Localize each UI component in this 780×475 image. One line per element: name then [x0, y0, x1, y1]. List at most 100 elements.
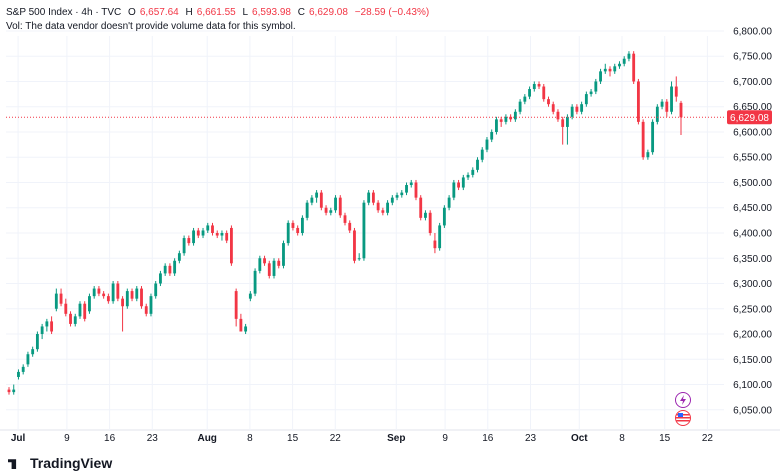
candle-body: [35, 334, 39, 350]
y-tick-label: 6,100.00: [733, 380, 772, 391]
candle-body: [528, 89, 531, 97]
candle-body: [50, 321, 54, 332]
chart-area[interactable]: 6,800.00 6,750.00 6,700.00 6,650.00 6,600.00…: [0, 0, 780, 470]
candle-body: [159, 273, 162, 284]
candle-body: [343, 215, 347, 223]
x-tick-label: 16: [104, 433, 116, 444]
candle-body: [272, 260, 276, 276]
candle-body: [310, 197, 314, 203]
candle-body: [655, 106, 659, 122]
candle-body: [461, 177, 465, 188]
us-flag-glyph: [676, 413, 690, 422]
candle-body: [613, 66, 617, 72]
candle-body: [225, 233, 229, 241]
candle-body: [395, 195, 399, 198]
open-value: 6,657.64: [139, 7, 179, 18]
candlestick-chart[interactable]: 6,800.006,750.006,700.006,650.006,600.00…: [0, 0, 780, 470]
candle-body: [253, 270, 257, 294]
candle-body: [300, 217, 304, 233]
candle-body: [116, 283, 120, 299]
y-tick-label: 6,050.00: [733, 405, 772, 416]
candle-body: [26, 354, 30, 365]
candle-body: [532, 83, 536, 90]
candle-body: [258, 258, 262, 271]
candle-body: [45, 321, 49, 327]
y-tick-label: 6,200.00: [733, 330, 772, 341]
candle-body: [537, 83, 541, 87]
candle-body: [21, 366, 25, 372]
candle-body: [206, 225, 210, 231]
tradingview-logo[interactable]: TradingView: [8, 455, 112, 471]
candle-body: [495, 119, 498, 132]
x-tick-label: 8: [619, 433, 625, 444]
candle-body: [476, 159, 479, 170]
symbol-title[interactable]: S&P 500 Index · 4h · TVC: [6, 7, 121, 18]
y-tick-label: 6,400.00: [733, 229, 772, 240]
candle-body: [409, 182, 413, 186]
y-tick-label: 6,550.00: [733, 153, 772, 164]
us-flag-icon[interactable]: [675, 410, 691, 426]
high-label: H: [185, 7, 193, 18]
candle-body: [362, 202, 366, 259]
low-label: L: [242, 7, 249, 18]
candle-body: [220, 233, 224, 236]
candle-body: [348, 222, 352, 231]
candle-body: [177, 253, 181, 261]
candle-body: [182, 238, 186, 254]
candle-body: [215, 233, 219, 236]
x-tick-label: 22: [702, 433, 714, 444]
candle-body: [584, 94, 588, 105]
candle-body: [83, 303, 87, 319]
candle-body: [627, 53, 631, 59]
candle-body: [315, 192, 319, 198]
y-tick-label: 6,450.00: [733, 203, 772, 214]
candle-body: [69, 313, 72, 324]
close-value: 6,629.08: [309, 7, 348, 18]
candle-body: [353, 230, 356, 261]
x-tick-label: Aug: [197, 433, 216, 444]
lightning-icon[interactable]: [675, 392, 691, 408]
candle-body: [125, 291, 129, 307]
candle-body: [248, 293, 252, 299]
x-tick-label: Oct: [571, 433, 588, 444]
tv-logo-icon: [8, 459, 17, 470]
y-tick-label: 6,500.00: [733, 178, 772, 189]
candle-body: [324, 207, 328, 213]
candle-body: [367, 192, 371, 203]
x-tick-label: 15: [287, 433, 299, 444]
low-value: 6,593.98: [252, 7, 291, 18]
candle-body: [400, 192, 404, 196]
candle-body: [670, 86, 673, 112]
y-tick-label: 6,600.00: [733, 127, 772, 138]
candle-body: [319, 192, 323, 208]
x-tick-label: 8: [247, 433, 253, 444]
candle-body: [674, 86, 678, 97]
candle-body: [641, 121, 645, 158]
candle-body: [405, 185, 408, 193]
candle-body: [144, 306, 148, 314]
candle-body: [106, 296, 110, 302]
candle-body: [371, 192, 375, 203]
candle-body: [646, 152, 650, 158]
candle-body: [111, 283, 115, 302]
candle-body: [286, 222, 290, 244]
candle-body: [329, 210, 333, 213]
candle-body: [636, 81, 640, 122]
last-price-label: 6,629.08: [730, 113, 769, 124]
candle-body: [267, 263, 271, 276]
candle-body: [561, 119, 565, 127]
candle-body: [163, 265, 167, 274]
y-tick-label: 6,250.00: [733, 304, 772, 315]
candle-body: [12, 389, 16, 393]
candle-body: [239, 318, 243, 332]
candle-body: [632, 53, 636, 82]
candle-body: [570, 106, 574, 117]
candle-body: [291, 222, 295, 228]
y-tick-label: 6,800.00: [733, 26, 772, 37]
candle-body: [466, 174, 470, 178]
open-label: O: [128, 7, 136, 18]
candle-body: [414, 182, 418, 198]
candle-body: [518, 101, 522, 112]
candle-body: [608, 68, 612, 72]
candle-body: [17, 371, 20, 377]
